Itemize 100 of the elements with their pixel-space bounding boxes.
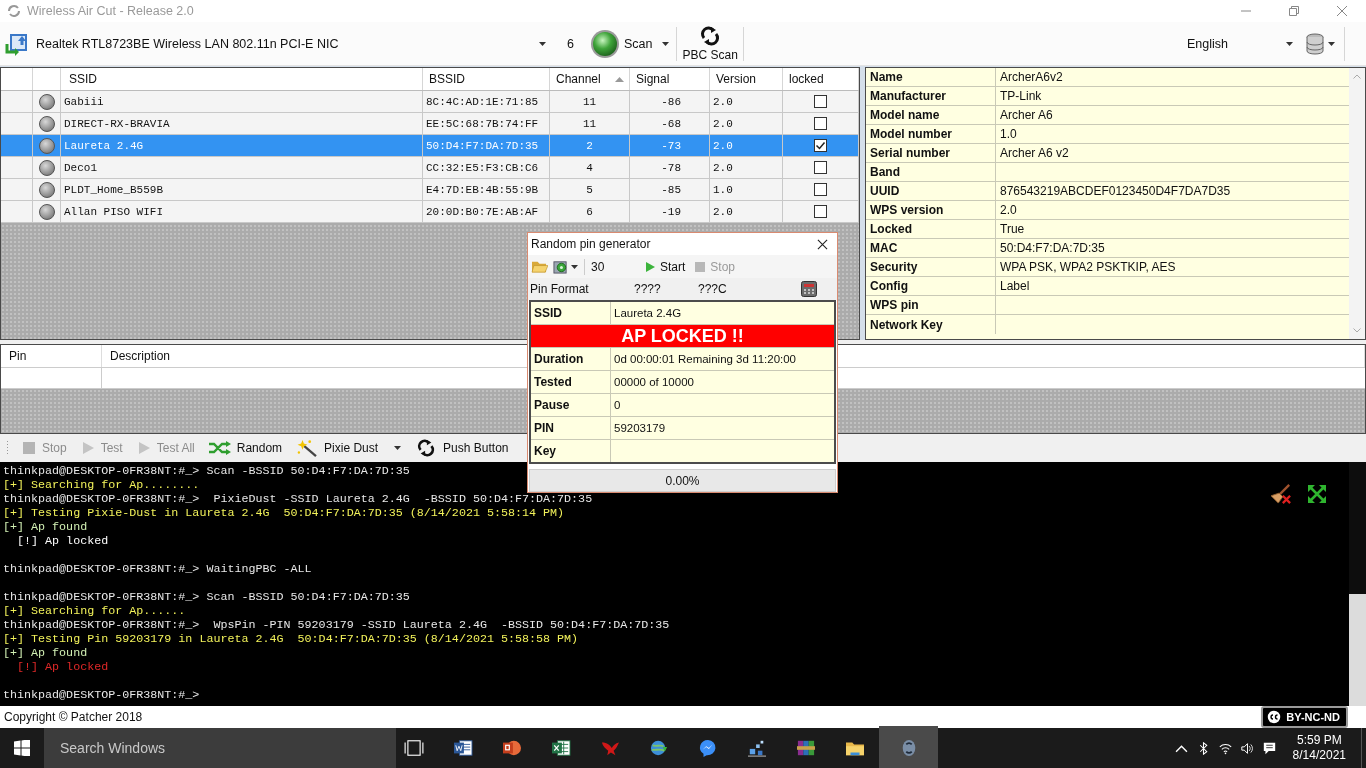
- task-view-icon[interactable]: [404, 739, 424, 757]
- console-line: [+] Ap found: [3, 520, 88, 534]
- caret-icon[interactable]: [1328, 41, 1335, 46]
- toolbar-button[interactable]: Push Button: [410, 437, 514, 459]
- status-circle-icon: [38, 159, 55, 176]
- column-header[interactable]: Channel: [550, 68, 630, 90]
- field-value: 00000 of 10000: [613, 375, 695, 391]
- checkbox[interactable]: [814, 117, 827, 130]
- play-icon: [136, 441, 151, 455]
- restore-icon[interactable]: [1289, 6, 1299, 16]
- property-value: 876543219ABCDEF0123450D4F7DA7D35: [999, 183, 1232, 200]
- table-cell: -85: [630, 179, 710, 200]
- network-row[interactable]: Allan PISO WIFI 20:0D:B0:7E:AB:AF 6 -19 2.0: [1, 201, 859, 223]
- progress-text: 0.00%: [665, 473, 700, 488]
- window-title: Wireless Air Cut - Release 2.0: [27, 4, 194, 18]
- console-line: thinkpad@DESKTOP-0FR38NT:#_>: [3, 688, 200, 702]
- network-row[interactable]: DIRECT-RX-BRAVIA EE:5C:68:7B:74:FF 11 -68 2.0: [1, 113, 859, 135]
- property-value: 1.0: [999, 126, 1018, 143]
- toolbar-button[interactable]: Random: [203, 437, 288, 459]
- spreadsheet-app-icon: [550, 739, 571, 757]
- calculator-icon[interactable]: [801, 281, 817, 298]
- status-circle-icon: [38, 203, 55, 220]
- property-value: True: [999, 221, 1026, 238]
- database-icon[interactable]: [1305, 32, 1325, 55]
- column-header[interactable]: Signal: [630, 68, 710, 90]
- language-dropdown[interactable]: English: [1187, 32, 1293, 55]
- swirl-arrows-icon: [700, 25, 721, 46]
- network-row[interactable]: PLDT_Home_B559B E4:7D:EB:4B:55:9B 5 -85 1.0: [1, 179, 859, 201]
- checkbox[interactable]: [814, 95, 827, 108]
- speaker-icon[interactable]: [1240, 741, 1254, 755]
- column-header[interactable]: Pin: [1, 345, 102, 367]
- close-icon[interactable]: [817, 238, 828, 250]
- column-header[interactable]: SSID: [61, 68, 423, 90]
- caret-icon: [394, 446, 402, 450]
- field-label: Duration: [531, 348, 611, 371]
- play-icon: [80, 441, 95, 455]
- property-label: Manufacturer: [866, 87, 996, 105]
- column-header[interactable]: locked: [783, 68, 859, 90]
- status-circle-icon: [38, 137, 55, 154]
- console-line: thinkpad@DESKTOP-0FR38NT:#_> WaitingPBC -ALL: [3, 562, 312, 576]
- console-line: [!] Ap locked: [16, 660, 109, 674]
- options-dropdown[interactable]: [552, 259, 578, 275]
- table-cell: 11: [550, 91, 630, 112]
- property-label: Band: [866, 163, 996, 181]
- property-label: Locked: [866, 220, 996, 238]
- app-logo-icon: [6, 3, 22, 19]
- network-adapter-icon[interactable]: [5, 31, 29, 56]
- checkbox[interactable]: [814, 205, 827, 218]
- caret-icon: [1286, 41, 1293, 46]
- table-cell: 11: [550, 113, 630, 134]
- field-label: Pause: [531, 394, 611, 417]
- table-cell: 6: [550, 201, 630, 222]
- table-cell: 2.0: [710, 113, 783, 134]
- globe-arrow-icon: [648, 739, 669, 757]
- table-cell: Allan PISO WIFI: [61, 201, 423, 222]
- archive-books-icon: [795, 739, 816, 757]
- scan-button[interactable]: Scan: [589, 25, 674, 62]
- field-value: 0d 00:00:01 Remaining 3d 11:20:00: [613, 352, 797, 368]
- network-row[interactable]: Gabiii 8C:4C:AD:1E:71:85 11 -86 2.0: [1, 91, 859, 113]
- notification-icon[interactable]: [1262, 741, 1276, 755]
- network-row[interactable]: Deco1 CC:32:E5:F3:CB:C6 4 -78 2.0: [1, 157, 859, 179]
- search-field[interactable]: Search Windows: [44, 728, 396, 768]
- adapter-dropdown[interactable]: Realtek RTL8723BE Wireless LAN 802.11n PCI-E NIC: [36, 32, 550, 55]
- checkbox[interactable]: [814, 161, 827, 174]
- dialog-toolbar-button[interactable]: Start: [645, 259, 686, 274]
- property-label: Name: [866, 68, 996, 86]
- glossy-orb-icon: [589, 28, 620, 59]
- cc-logo-icon: [1266, 709, 1283, 725]
- clock-time[interactable]: 5:59 PM: [1296, 733, 1342, 748]
- broom-cross-icon[interactable]: [1271, 484, 1291, 504]
- chat-bubble-icon: [697, 739, 718, 757]
- property-label: Model name: [866, 106, 996, 124]
- ring-box-icon: [552, 259, 569, 275]
- table-cell: 2.0: [710, 91, 783, 112]
- pin-format-part: ????: [634, 282, 662, 297]
- toolbar-button[interactable]: Pixie Dust: [291, 437, 407, 459]
- expand-arrows-icon[interactable]: [1307, 484, 1327, 504]
- table-cell: 20:0D:B0:7E:AB:AF: [423, 201, 550, 222]
- table-cell: E4:7D:EB:4B:55:9B: [423, 179, 550, 200]
- play-icon: [645, 261, 655, 272]
- clock-date[interactable]: 8/14/2021: [1292, 748, 1346, 763]
- pin-format-part: ???C: [698, 282, 728, 297]
- checkbox[interactable]: [814, 139, 827, 152]
- pbc-scan-button[interactable]: PBC Scan: [680, 25, 740, 62]
- table-cell: -73: [630, 135, 710, 156]
- property-label: Model number: [866, 125, 996, 143]
- wifi-icon[interactable]: [1218, 741, 1232, 755]
- pin-format-label: Pin Format: [530, 282, 590, 297]
- table-cell: 2.0: [710, 201, 783, 222]
- table-cell: 5: [550, 179, 630, 200]
- console-scrollbar[interactable]: [1349, 462, 1366, 706]
- table-cell: Deco1: [61, 157, 423, 178]
- checkbox[interactable]: [814, 183, 827, 196]
- column-header[interactable]: BSSID: [423, 68, 550, 90]
- caret-icon: [662, 41, 670, 46]
- windows-logo-icon[interactable]: [14, 740, 30, 756]
- column-header[interactable]: Version: [710, 68, 783, 90]
- ap-locked-banner: AP LOCKED !!: [531, 325, 834, 349]
- table-cell: 1.0: [710, 179, 783, 200]
- property-value: 2.0: [999, 202, 1018, 219]
